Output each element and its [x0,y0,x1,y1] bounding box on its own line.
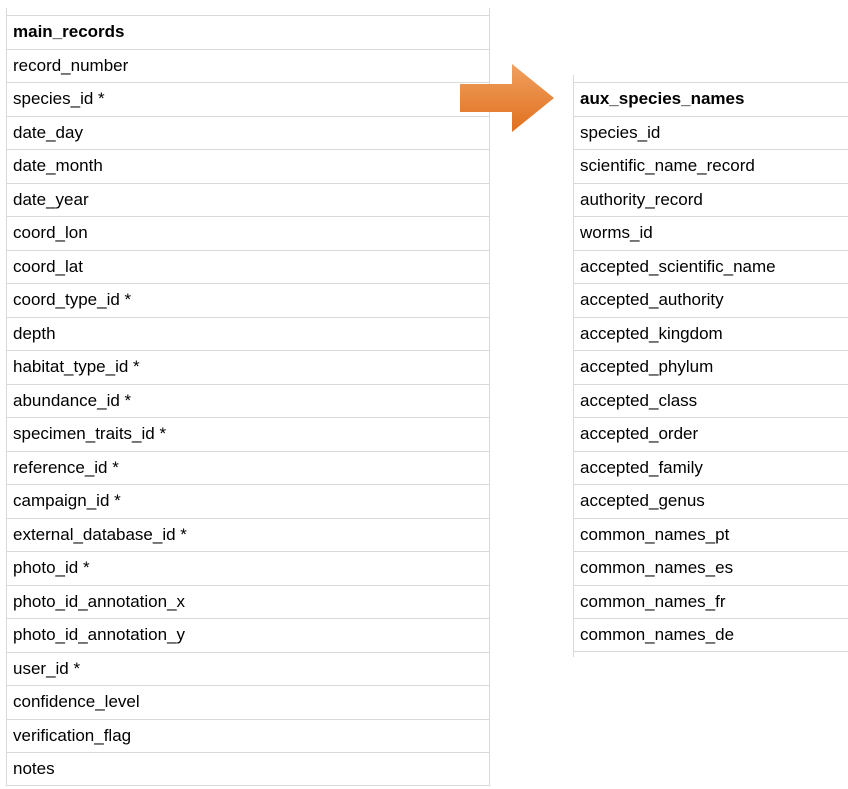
main-records-field-row: photo_id_annotation_y [6,618,490,652]
main-records-field-row: specimen_traits_id * [6,417,490,451]
aux-species-names-field-row: accepted_order [573,417,848,451]
main-records-field-row: record_number [6,48,490,83]
aux-species-names-field-row: authority_record [573,182,848,217]
aux-species-names-field-row: common_names_de [573,618,848,652]
aux-species-names-field-row: accepted_genus [573,484,848,518]
aux-species-names-field-row: worms_id [573,216,848,250]
main-records-field-row: reference_id * [6,450,490,485]
aux-species-names-table: aux_species_names species_id scientific_n… [573,82,848,652]
main-records-field-row: user_id * [6,651,490,686]
main-records-field-row: species_id * [6,82,490,116]
main-records-field-row: verification_flag [6,718,490,753]
main-records-field-row: photo_id_annotation_x [6,584,490,619]
main-records-table: main_records record_number species_id * da… [6,15,490,786]
main-records-field-row: depth [6,316,490,351]
aux-species-names-field-row: accepted_authority [573,283,848,317]
aux-species-names-field-row: accepted_class [573,383,848,418]
main-records-field-row: campaign_id * [6,484,490,518]
main-records-field-row: abundance_id * [6,383,490,418]
aux-species-names-field-row: accepted_phylum [573,350,848,384]
main-records-field-row: external_database_id * [6,517,490,552]
main-records-field-row: notes [6,752,490,786]
main-records-field-row: habitat_type_id * [6,350,490,384]
main-records-field-row: coord_lat [6,249,490,284]
main-records-field-row: coord_type_id * [6,283,490,317]
main-records-field-row: photo_id * [6,551,490,585]
aux-species-names-header: aux_species_names [573,82,848,116]
main-records-field-row: confidence_level [6,685,490,719]
aux-species-names-field-row: common_names_pt [573,517,848,552]
aux-species-names-field-row: accepted_family [573,450,848,485]
aux-species-names-field-row: scientific_name_record [573,149,848,183]
main-records-field-row: coord_lon [6,216,490,250]
main-records-header: main_records [6,15,490,49]
aux-species-names-field-row: species_id [573,115,848,150]
main-records-field-row: date_month [6,149,490,183]
aux-species-names-field-row: common_names_es [573,551,848,585]
main-records-field-row: date_year [6,182,490,217]
aux-species-names-field-row: accepted_kingdom [573,316,848,351]
main-records-field-row: date_day [6,115,490,150]
aux-species-names-field-row: accepted_scientific_name [573,249,848,284]
aux-species-names-field-row: common_names_fr [573,584,848,619]
right-arrow-icon [460,64,554,132]
